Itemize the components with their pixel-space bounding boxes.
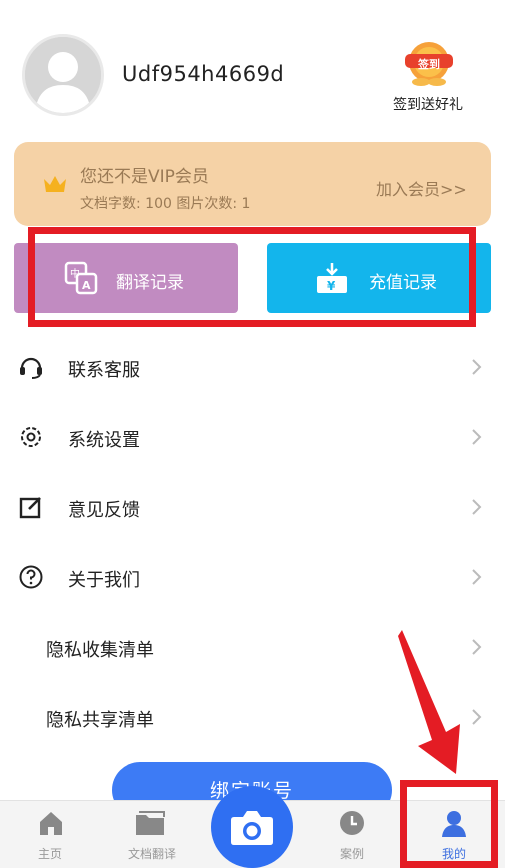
headset-icon — [20, 357, 42, 379]
tab-label: 主页 — [37, 847, 62, 861]
menu-label: 隐私收集清单 — [46, 640, 154, 661]
avatar[interactable] — [22, 34, 104, 116]
edit-icon — [19, 497, 41, 519]
folder-icon — [136, 811, 165, 835]
menu-label: 联系客服 — [68, 360, 140, 381]
username: Udf954h4669d — [122, 62, 285, 86]
join-membership-link[interactable]: 加入会员>> — [376, 176, 467, 200]
vip-status-title: 您还不是VIP会员 — [80, 167, 209, 187]
tab-home[interactable]: 主页 — [10, 801, 90, 868]
signin-badge-label: 签到 — [418, 58, 440, 71]
annotation-highlight-box — [28, 227, 476, 327]
annotation-arrow-icon — [398, 630, 460, 774]
menu-item-system-settings[interactable]: 系统设置 — [0, 402, 505, 472]
crown-icon — [44, 176, 66, 192]
signin-reward[interactable]: 签到 签到送好礼 — [386, 36, 470, 116]
gear-icon — [21, 427, 41, 447]
menu-label: 隐私共享清单 — [46, 710, 154, 731]
camera-button[interactable] — [211, 786, 293, 868]
chevron-right-icon — [472, 569, 482, 585]
menu-item-feedback[interactable]: 意见反馈 — [0, 472, 505, 542]
chevron-right-icon — [472, 429, 482, 445]
vip-quota: 文档字数: 100 图片次数: 1 — [80, 196, 251, 212]
tab-document-translate[interactable]: 文档翻译 — [110, 801, 194, 868]
chevron-right-icon — [472, 709, 482, 725]
chevron-right-icon — [472, 359, 482, 375]
profile-header: Udf954h4669d 签到 签到送好礼 — [0, 0, 505, 140]
menu-item-contact-service[interactable]: 联系客服 — [0, 332, 505, 402]
tab-label: 案例 — [339, 847, 364, 861]
menu-label: 系统设置 — [68, 430, 140, 451]
home-icon — [40, 812, 62, 835]
vip-card[interactable]: 您还不是VIP会员 文档字数: 100 图片次数: 1 加入会员>> — [14, 142, 491, 226]
tab-cases[interactable]: 案例 — [312, 801, 392, 868]
camera-icon — [231, 811, 273, 845]
menu-label: 意见反馈 — [68, 500, 140, 521]
menu-label: 关于我们 — [68, 570, 140, 591]
chevron-right-icon — [472, 499, 482, 515]
avatar-silhouette-icon — [25, 37, 101, 113]
tab-label: 文档翻译 — [127, 847, 176, 861]
clock-icon — [340, 811, 364, 835]
chevron-right-icon — [472, 639, 482, 655]
menu-item-about-us[interactable]: 关于我们 — [0, 542, 505, 612]
question-icon — [19, 565, 43, 589]
signin-text: 签到送好礼 — [393, 97, 463, 113]
annotation-highlight-box — [400, 780, 498, 868]
